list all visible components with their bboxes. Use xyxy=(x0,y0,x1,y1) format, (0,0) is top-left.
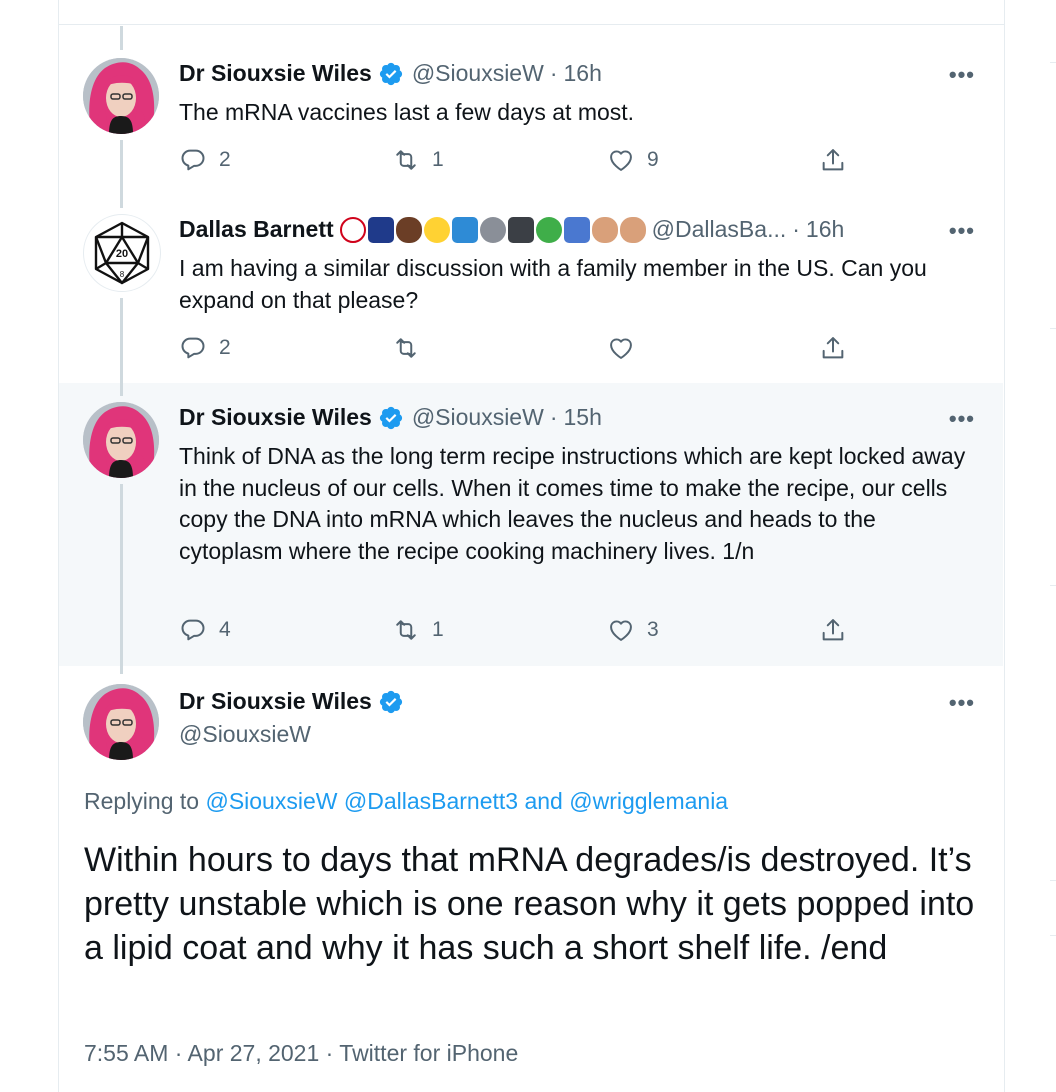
avatar[interactable] xyxy=(83,58,159,134)
author-handle[interactable]: @SiouxsieW xyxy=(412,404,544,431)
svg-text:8: 8 xyxy=(120,270,125,279)
emoji-list xyxy=(339,216,648,243)
retweet-button[interactable]: 1 xyxy=(392,616,444,644)
divider xyxy=(58,24,1004,25)
separator-dot: · xyxy=(549,404,558,430)
verified-badge-icon xyxy=(378,689,404,715)
reply-button[interactable]: 4 xyxy=(179,616,231,644)
verified-badge-icon xyxy=(378,61,404,87)
author-handle[interactable]: @SiouxsieW xyxy=(179,721,311,748)
reply-icon xyxy=(179,334,207,362)
clapper-board-icon xyxy=(507,216,534,243)
mention-and[interactable]: and xyxy=(524,788,562,814)
more-options-icon[interactable]: ••• xyxy=(949,406,975,432)
sign-of-horns-icon xyxy=(591,216,618,243)
tweet-text: I am having a similar discussion with a … xyxy=(179,255,927,313)
author-name[interactable]: Dallas Barnett xyxy=(179,216,334,243)
timestamp[interactable]: 15h xyxy=(563,404,601,431)
like-count: 3 xyxy=(647,618,659,641)
like-count: 9 xyxy=(647,148,659,171)
tweet-3-content[interactable]: Dr Siouxsie Wiles @SiouxsieW · 15h ••• T… xyxy=(59,383,1003,666)
dragon-icon xyxy=(535,216,562,243)
retweet-icon xyxy=(392,334,420,362)
mage-icon xyxy=(563,216,590,243)
reply-button[interactable]: 2 xyxy=(179,334,231,362)
retweet-icon xyxy=(392,146,420,174)
male-sign-icon xyxy=(451,216,478,243)
share-icon xyxy=(819,334,847,362)
divider xyxy=(1050,585,1056,586)
share-button[interactable] xyxy=(819,334,847,362)
like-icon xyxy=(607,146,635,174)
author-name[interactable]: Dr Siouxsie Wiles xyxy=(179,404,372,431)
author-name[interactable]: Dr Siouxsie Wiles xyxy=(179,688,372,715)
reply-count: 4 xyxy=(219,618,231,641)
retweet-count: 1 xyxy=(432,148,444,171)
like-button[interactable]: 3 xyxy=(607,616,659,644)
replying-label: Replying to xyxy=(84,788,200,814)
raised-finger-icon xyxy=(619,216,646,243)
share-icon xyxy=(819,616,847,644)
separator-dot: · xyxy=(549,60,558,86)
avatar[interactable]: 20 8 xyxy=(83,214,161,292)
retweet-icon xyxy=(392,616,420,644)
nz-flag-icon xyxy=(367,216,394,243)
more-options-icon[interactable]: ••• xyxy=(949,62,975,88)
more-options-icon[interactable]: ••• xyxy=(949,690,975,716)
retweet-button[interactable]: 1 xyxy=(392,146,444,174)
divider xyxy=(1050,328,1056,329)
retweet-button[interactable] xyxy=(392,334,420,362)
microphone-icon xyxy=(479,216,506,243)
d20-dice-icon: 20 8 xyxy=(94,221,150,285)
divider xyxy=(1050,62,1056,63)
tweet-text: Think of DNA as the long term recipe ins… xyxy=(179,443,966,564)
divider xyxy=(1050,880,1056,881)
raised-fist-icon xyxy=(395,216,422,243)
timestamp[interactable]: 16h xyxy=(563,60,601,87)
reply-icon xyxy=(179,616,207,644)
divider xyxy=(1050,935,1056,936)
verified-badge-icon xyxy=(378,405,404,431)
avatar[interactable] xyxy=(83,684,159,760)
share-button[interactable] xyxy=(819,146,847,174)
author-handle[interactable]: @SiouxsieW xyxy=(412,60,544,87)
tweet-2[interactable]: 20 8 Dallas Barnett @DallasBa... · 16h •… xyxy=(59,200,1003,382)
mention-link[interactable]: @wrigglemania xyxy=(569,788,728,814)
mention-link[interactable]: @SiouxsieW xyxy=(205,788,337,814)
author-handle[interactable]: @DallasBa... xyxy=(652,216,787,243)
reply-button[interactable]: 2 xyxy=(179,146,231,174)
like-button[interactable]: 9 xyxy=(607,146,659,174)
timestamp[interactable]: 16h xyxy=(806,216,844,243)
reply-count: 2 xyxy=(219,148,231,171)
reply-count: 2 xyxy=(219,336,231,359)
tweet-text: The mRNA vaccines last a few days at mos… xyxy=(179,99,635,125)
tweet-metadata[interactable]: 7:55 AM · Apr 27, 2021 · Twitter for iPh… xyxy=(84,1040,518,1067)
like-button[interactable] xyxy=(607,334,635,362)
reply-icon xyxy=(179,146,207,174)
more-options-icon[interactable]: ••• xyxy=(949,218,975,244)
main-tweet-text: Within hours to days that mRNA degrades/… xyxy=(84,841,975,967)
avatar[interactable] xyxy=(83,402,159,478)
face-with-mask-icon xyxy=(423,216,450,243)
separator-dot: · xyxy=(792,216,800,242)
svg-text:20: 20 xyxy=(116,248,128,260)
like-icon xyxy=(607,334,635,362)
share-button[interactable] xyxy=(819,616,847,644)
like-icon xyxy=(607,616,635,644)
share-icon xyxy=(819,146,847,174)
author-name[interactable]: Dr Siouxsie Wiles xyxy=(179,60,372,87)
replying-to: Replying to @SiouxsieW @DallasBarnett3 a… xyxy=(84,788,728,815)
no-under-18-icon xyxy=(339,216,366,243)
mention-link[interactable]: @DallasBarnett3 xyxy=(344,788,518,814)
tweet-1[interactable]: Dr Siouxsie Wiles @SiouxsieW · 16h ••• T… xyxy=(59,40,1003,200)
retweet-count: 1 xyxy=(432,618,444,641)
